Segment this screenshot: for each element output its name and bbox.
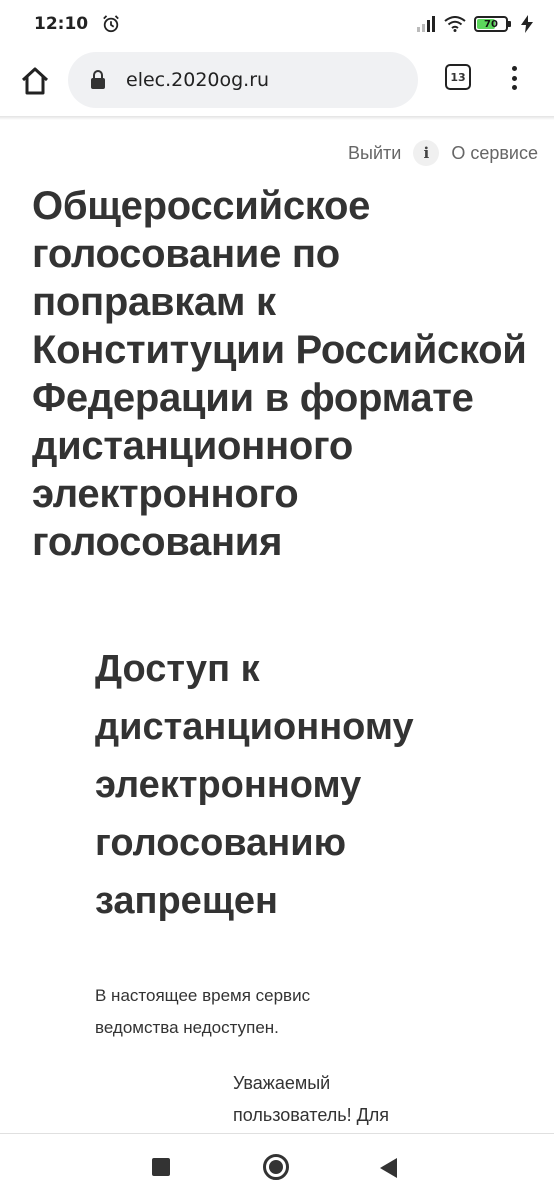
back-button[interactable] <box>380 1158 397 1178</box>
url-text: elec.2020og.ru <box>126 69 270 91</box>
nav-home-button[interactable] <box>263 1154 289 1180</box>
system-nav-bar <box>0 1133 554 1200</box>
greeting-text: Уважаемый пользователь! Для <box>233 1073 390 1125</box>
about-service-link[interactable]: О сервисе <box>451 143 538 164</box>
tabs-button[interactable]: 13 <box>445 64 471 90</box>
alarm-icon <box>103 15 119 33</box>
recents-button[interactable] <box>152 1158 170 1176</box>
header-links: Выйти i О сервисе <box>348 140 538 166</box>
browser-toolbar: elec.2020og.ru 13 <box>0 48 554 116</box>
address-bar[interactable]: elec.2020og.ru <box>68 52 418 108</box>
battery-icon: 70 <box>474 16 511 32</box>
menu-button[interactable] <box>500 62 528 94</box>
nav-home-icon <box>269 1160 283 1174</box>
menu-dot <box>511 85 517 90</box>
charging-icon <box>521 15 533 33</box>
status-time: 12:10 <box>34 14 89 34</box>
battery-level: 70 <box>484 18 498 30</box>
home-icon <box>21 67 49 95</box>
signal-icon <box>417 16 435 32</box>
wifi-icon <box>444 16 466 32</box>
phone-screen: 12:10 70 elec.2020og.ru 13 Выйти i О сер… <box>0 0 554 1200</box>
menu-dot <box>511 75 517 81</box>
toolbar-divider <box>0 116 554 120</box>
logout-link[interactable]: Выйти <box>348 143 401 164</box>
page-title: Общероссийское голосование по поправкам … <box>32 184 527 564</box>
status-icons: 70 <box>416 15 534 33</box>
status-bar: 12:10 70 <box>0 0 554 48</box>
home-button[interactable] <box>16 62 54 100</box>
menu-dot <box>511 66 517 71</box>
tab-count: 13 <box>450 70 466 84</box>
access-denied-message: В настоящее время сервис ведомства недос… <box>95 986 311 1037</box>
access-denied-title: Доступ к дистанционному электронному гол… <box>95 648 414 922</box>
lock-icon <box>91 70 105 89</box>
info-icon[interactable]: i <box>413 140 440 166</box>
